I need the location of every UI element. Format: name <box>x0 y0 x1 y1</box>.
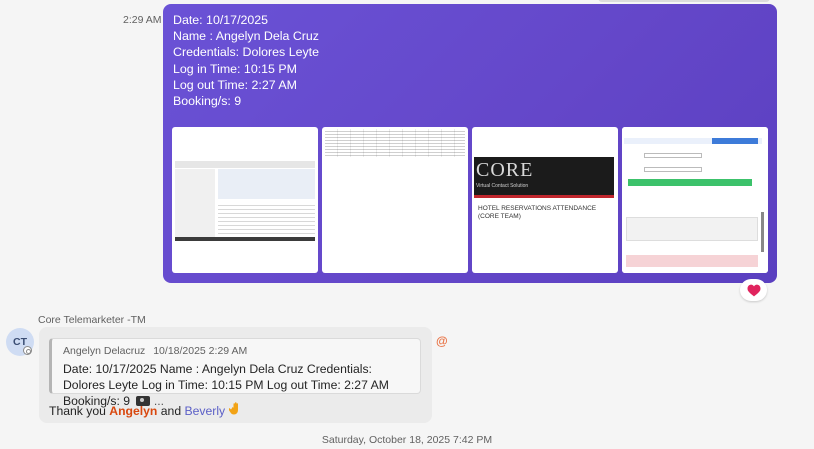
mention-at-icon: @ <box>436 334 448 348</box>
reply-text: Thank you Angelyn and Beverly <box>49 402 241 418</box>
message-line-date: Date: 10/17/2025 <box>173 13 269 27</box>
message-text: Date: 10/17/2025 Name : Angelyn Dela Cru… <box>173 12 319 109</box>
attachment-time-logger[interactable] <box>622 127 768 273</box>
quoted-message[interactable]: Angelyn Delacruz 10/18/2025 2:29 AM Date… <box>49 338 421 408</box>
message-timestamp: 2:29 AM <box>123 14 162 26</box>
core-subtitle: Virtual Contact Solution <box>476 183 529 189</box>
attachment-browser-screenshot[interactable] <box>172 127 318 273</box>
incoming-message-bubble[interactable]: Angelyn Delacruz 10/18/2025 2:29 AM Date… <box>39 327 432 423</box>
attachment-spreadsheet-screenshot[interactable] <box>322 127 468 273</box>
heart-icon <box>747 284 760 296</box>
reply-middle: and <box>157 404 185 418</box>
quote-header: Angelyn Delacruz 10/18/2025 2:29 AM <box>63 345 247 357</box>
attachment-attendance-form[interactable]: CORE Virtual Contact Solution HOTEL RESE… <box>472 127 618 273</box>
quote-author: Angelyn Delacruz <box>63 345 146 357</box>
waving-hand-icon <box>228 402 241 418</box>
own-message-bubble[interactable]: Date: 10/17/2025 Name : Angelyn Dela Cru… <box>163 4 777 283</box>
core-logo: CORE <box>476 159 534 181</box>
core-banner: CORE Virtual Contact Solution <box>474 157 614 195</box>
mention-angelyn[interactable]: Angelyn <box>109 404 157 418</box>
reply-prefix: Thank you <box>49 404 110 418</box>
date-divider: Saturday, October 18, 2025 7:42 PM <box>321 434 493 446</box>
image-attachments: CORE Virtual Contact Solution HOTEL RESE… <box>172 127 768 273</box>
sender-name: Core Telemarketer -TM <box>38 314 146 326</box>
message-line-bookings: Booking/s: 9 <box>173 94 242 109</box>
message-line-name: Name : Angelyn Dela Cruz <box>173 29 320 44</box>
presence-status-icon <box>23 346 32 355</box>
attendance-title: HOTEL RESERVATIONS ATTENDANCE (CORE TEAM… <box>478 205 597 220</box>
quote-timestamp: 10/18/2025 2:29 AM <box>153 345 248 357</box>
mention-beverly[interactable]: Beverly <box>184 404 225 418</box>
heart-reaction-icon[interactable] <box>740 279 767 301</box>
message-line-logout: Log out Time: 2:27 AM <box>173 77 297 92</box>
message-line-login: Log in Time: 10:15 PM <box>173 61 297 76</box>
message-line-credentials: Credentials: Dolores Leyte <box>173 45 320 60</box>
previous-message-edge <box>598 0 770 2</box>
